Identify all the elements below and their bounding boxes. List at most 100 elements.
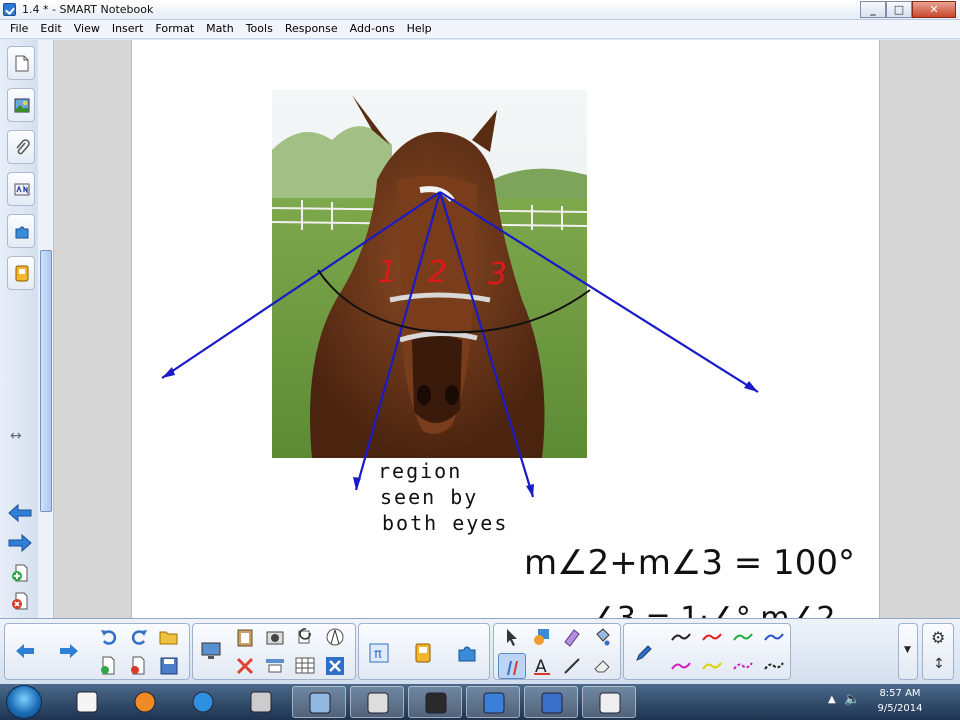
menu-view[interactable]: View: [68, 20, 106, 38]
clear-ink-button[interactable]: [321, 653, 349, 679]
addons-button[interactable]: [453, 640, 481, 666]
minimize-button[interactable]: _: [860, 1, 886, 18]
reset-page-button[interactable]: [291, 624, 319, 650]
folder-icon: [159, 631, 178, 645]
page-sorter-tab[interactable]: [7, 46, 35, 80]
fill-tool-button[interactable]: [588, 624, 616, 650]
menu-addons[interactable]: Add-ons: [344, 20, 401, 38]
pi-button[interactable]: π: [365, 640, 393, 666]
open-file-button[interactable]: [155, 624, 183, 650]
addons-tab[interactable]: [7, 214, 35, 248]
close-button[interactable]: ✕: [912, 1, 956, 18]
horse-photo[interactable]: [272, 90, 587, 458]
taskbar-printer-app-button[interactable]: [234, 686, 288, 718]
recorder-icon: [599, 692, 621, 714]
add-page-icon[interactable]: [8, 564, 32, 582]
shapes-tool-button[interactable]: [528, 624, 556, 650]
move-toolbar-icon[interactable]: ↕: [933, 656, 945, 672]
delete-page-button[interactable]: [125, 653, 153, 679]
pen-black-button[interactable]: [666, 624, 694, 650]
compass-icon: [326, 628, 344, 646]
add-page-button[interactable]: [95, 653, 123, 679]
taskbar-firefox-button[interactable]: [118, 686, 172, 718]
menu-insert[interactable]: Insert: [106, 20, 150, 38]
response-tab[interactable]: [7, 256, 35, 290]
forward-arrow-icon[interactable]: [8, 534, 32, 552]
menu-edit[interactable]: Edit: [34, 20, 67, 38]
toolbar-forward-button[interactable]: [55, 638, 83, 664]
smart-notebook-app-icon: [3, 3, 16, 16]
resize-sidebar-icon[interactable]: ↔: [10, 428, 22, 444]
taskbar-smart-notebook-button[interactable]: [466, 686, 520, 718]
redo-button[interactable]: [125, 624, 153, 650]
fullscreen-button[interactable]: [261, 653, 289, 679]
taskbar-bunny-app-button[interactable]: [60, 686, 114, 718]
forward-icon: [60, 644, 78, 658]
volume-icon[interactable]: 🔈: [844, 692, 860, 707]
menu-math[interactable]: Math: [200, 20, 240, 38]
pen-green-button[interactable]: [728, 624, 756, 650]
taskbar-recorder-button[interactable]: [582, 686, 636, 718]
toolbar-back-button[interactable]: [11, 638, 39, 664]
maximize-button[interactable]: □: [886, 1, 912, 18]
pen-blue-button[interactable]: [759, 624, 787, 650]
settings-gear-icon[interactable]: ⚙: [931, 628, 945, 647]
select-tool-button[interactable]: [498, 624, 526, 650]
camera-icon: [266, 631, 284, 645]
toolbar-group-tools: A: [493, 623, 621, 680]
windows-taskbar: ▲ 🔈 8:57 AM 9/5/2014: [0, 684, 960, 720]
pen-properties-button[interactable]: [630, 640, 658, 666]
window-controls: _ □ ✕: [860, 1, 956, 19]
back-arrow-icon[interactable]: [8, 504, 32, 522]
menu-help[interactable]: Help: [401, 20, 438, 38]
pens-tool-button[interactable]: [498, 653, 526, 679]
creative-pen-button[interactable]: [558, 624, 586, 650]
vertical-scrollbar[interactable]: [38, 40, 54, 618]
gallery-tab[interactable]: [7, 88, 35, 122]
smart-tools-icon: [541, 692, 563, 714]
screen-capture-button[interactable]: [261, 624, 289, 650]
delete-page-icon[interactable]: [8, 592, 32, 610]
main-toolbar: π A ▼ ⚙ ↕: [0, 618, 960, 684]
firefox-icon: [134, 691, 156, 713]
taskbar-smart-tools-button[interactable]: [524, 686, 578, 718]
paste-button[interactable]: [231, 624, 259, 650]
taskbar-meter-app-button[interactable]: [350, 686, 404, 718]
undo-button[interactable]: [95, 624, 123, 650]
eraser-tool-button[interactable]: [588, 653, 616, 679]
menu-response[interactable]: Response: [279, 20, 344, 38]
screen-shade-button[interactable]: [197, 638, 225, 664]
save-button[interactable]: [155, 653, 183, 679]
taskbar-internet-explorer-button[interactable]: [176, 686, 230, 718]
response-button[interactable]: [409, 640, 437, 666]
menu-tools[interactable]: Tools: [240, 20, 279, 38]
properties-tab[interactable]: [7, 172, 35, 206]
clock-time[interactable]: 8:57 AM: [870, 688, 930, 699]
system-tray: ▲ 🔈 8:57 AM 9/5/2014: [820, 684, 960, 720]
scrollbar-thumb[interactable]: [40, 250, 52, 512]
menu-bar: File Edit View Insert Format Math Tools …: [0, 20, 960, 39]
tray-arrow-icon[interactable]: ▲: [828, 694, 836, 705]
table-button[interactable]: [291, 653, 319, 679]
smart-notebook-icon: [483, 692, 505, 714]
text-tool-button[interactable]: A: [528, 653, 556, 679]
menu-format[interactable]: Format: [149, 20, 200, 38]
taskbar-equalizer-app-button[interactable]: [408, 686, 462, 718]
pen-dashed-black-button[interactable]: [759, 653, 787, 679]
toolbar-group-addons: π: [358, 623, 490, 680]
clock-date[interactable]: 9/5/2014: [870, 703, 930, 714]
pen-magenta-button[interactable]: [666, 653, 694, 679]
delete-button[interactable]: [231, 653, 259, 679]
attachments-tab[interactable]: [7, 130, 35, 164]
menu-file[interactable]: File: [4, 20, 34, 38]
pen-red-button[interactable]: [697, 624, 725, 650]
lines-tool-button[interactable]: [558, 653, 586, 679]
toolbar-dropdown[interactable]: ▼: [898, 623, 918, 680]
start-button[interactable]: [6, 685, 42, 719]
delete-icon: [236, 657, 254, 675]
pen-yellow-button[interactable]: [697, 653, 725, 679]
pen-dashed-magenta-button[interactable]: [728, 653, 756, 679]
math-tools-button[interactable]: [321, 624, 349, 650]
taskbar-calculator-button[interactable]: [292, 686, 346, 718]
pi-icon: π: [369, 643, 389, 663]
